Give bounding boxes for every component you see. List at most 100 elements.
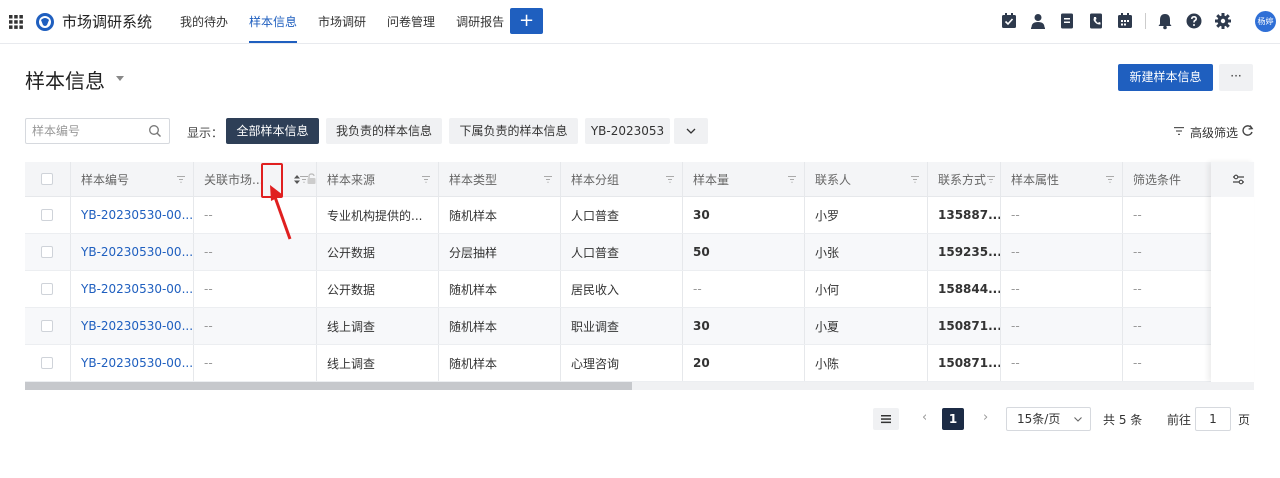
row-select-cell — [25, 308, 71, 344]
chip-all-samples[interactable]: 全部样本信息 — [226, 118, 319, 144]
header-sample-id[interactable]: 样本编号 — [71, 162, 194, 196]
advanced-filter-link[interactable]: 高级筛选 — [1190, 124, 1238, 141]
header-filter-condition[interactable]: 筛选条件 — [1123, 162, 1213, 196]
sample-attribute-cell: -- — [1001, 234, 1123, 270]
table-row[interactable]: YB-20230530-00... -- 公开数据 分层抽样 人口普查 50 小… — [25, 234, 1254, 271]
contact-cell: 小陈 — [805, 345, 928, 381]
pagination-list-button[interactable] — [873, 408, 899, 430]
goto-page-input[interactable] — [1195, 407, 1231, 431]
chip-saved-filter[interactable]: YB-2023053 — [585, 118, 670, 144]
contact-cell: 小何 — [805, 271, 928, 307]
column-filter-icon[interactable] — [666, 176, 674, 183]
nav-item-research-report[interactable]: 调研报告 — [456, 0, 504, 44]
row-checkbox[interactable] — [41, 246, 53, 258]
header-sample-size[interactable]: 样本量 — [683, 162, 805, 196]
app-logo-icon — [36, 13, 54, 31]
total-count: 共 5 条 — [1103, 413, 1143, 427]
row-checkbox[interactable] — [41, 209, 53, 221]
column-filter-icon[interactable] — [788, 176, 796, 183]
sample-size-cell: 30 — [683, 197, 805, 233]
row-checkbox[interactable] — [41, 283, 53, 295]
column-filter-icon[interactable] — [177, 176, 185, 183]
contact-cell: 小罗 — [805, 197, 928, 233]
sample-source-cell: 公开数据 — [317, 271, 439, 307]
column-filter-icon[interactable] — [911, 176, 919, 183]
column-filter-icon[interactable] — [1106, 176, 1114, 183]
calendar-icon[interactable] — [1116, 12, 1134, 30]
page-size-select[interactable]: 15条/页 — [1006, 407, 1091, 431]
help-icon[interactable] — [1185, 12, 1203, 30]
next-page-button[interactable]: › — [983, 410, 988, 425]
chevron-down-icon — [1074, 417, 1082, 422]
search-icon[interactable] — [148, 124, 162, 138]
check-square-icon[interactable] — [1000, 12, 1018, 30]
sample-group-cell: 人口普查 — [561, 234, 683, 270]
header-select-cell — [25, 162, 71, 196]
user-icon[interactable] — [1029, 12, 1047, 30]
column-filter-icon[interactable] — [544, 176, 552, 183]
nav-add-button[interactable]: + — [510, 8, 543, 34]
row-checkbox[interactable] — [41, 357, 53, 369]
refresh-icon[interactable] — [1241, 124, 1254, 137]
header-sample-type[interactable]: 样本类型 — [439, 162, 561, 196]
filter-lines-icon — [1174, 127, 1184, 135]
sample-table: 样本编号 关联市场... 样本来源 样本类型 样本分组 样本量 联系人 联系方式… — [25, 162, 1254, 390]
chip-my-samples[interactable]: 我负责的样本信息 — [326, 118, 442, 144]
chip-dropdown-button[interactable] — [674, 118, 708, 144]
phone-book-icon[interactable] — [1087, 12, 1105, 30]
header-sample-attribute[interactable]: 样本属性 — [1001, 162, 1123, 196]
table-row[interactable]: YB-20230530-00... -- 公开数据 随机样本 居民收入 -- 小… — [25, 271, 1254, 308]
sample-id-link[interactable]: YB-20230530-00... — [71, 271, 194, 307]
annotation-arrow-icon — [270, 185, 292, 240]
contact-info-cell: 150871... — [928, 308, 1001, 344]
table-row[interactable]: YB-20230530-00... -- 线上调查 随机样本 职业调查 30 小… — [25, 308, 1254, 345]
app-title: 市场调研系统 — [62, 13, 153, 31]
nav-item-sample-info[interactable]: 样本信息 — [249, 0, 298, 44]
column-filter-icon[interactable] — [422, 176, 430, 183]
page-number-current[interactable]: 1 — [942, 408, 964, 430]
new-sample-button[interactable]: 新建样本信息 — [1118, 64, 1213, 91]
nav-item-market-research[interactable]: 市场调研 — [318, 0, 366, 44]
column-filter-icon[interactable] — [987, 176, 995, 183]
scrollbar-thumb[interactable] — [25, 382, 632, 390]
sample-group-cell: 人口普查 — [561, 197, 683, 233]
horizontal-scrollbar[interactable] — [25, 382, 1254, 390]
column-settings-icon[interactable] — [1232, 173, 1245, 186]
row-checkbox[interactable] — [41, 320, 53, 332]
contact-info-cell: 159235... — [928, 234, 1001, 270]
lock-icon[interactable] — [307, 173, 316, 184]
row-select-cell — [25, 197, 71, 233]
toolbar-icons — [1000, 12, 1243, 30]
user-avatar[interactable]: 杨婷 — [1255, 11, 1276, 32]
header-sample-source[interactable]: 样本来源 — [317, 162, 439, 196]
nav-item-todo[interactable]: 我的待办 — [180, 0, 228, 44]
app-grid-icon[interactable] — [8, 14, 24, 30]
chip-subordinate-samples[interactable]: 下属负责的样本信息 — [449, 118, 578, 144]
select-all-checkbox[interactable] — [41, 173, 53, 185]
previous-page-button[interactable]: ‹ — [922, 410, 927, 425]
chevron-down-icon — [686, 128, 696, 134]
document-icon[interactable] — [1058, 12, 1076, 30]
header-contact[interactable]: 联系人 — [805, 162, 928, 196]
more-button[interactable]: ··· — [1219, 64, 1253, 91]
header-sample-group[interactable]: 样本分组 — [561, 162, 683, 196]
table-row[interactable]: YB-20230530-00... -- 线上调查 随机样本 心理咨询 20 小… — [25, 345, 1254, 382]
sample-attribute-cell: -- — [1001, 271, 1123, 307]
nav-item-questionnaire[interactable]: 问卷管理 — [387, 0, 435, 44]
related-market-cell: -- — [194, 345, 317, 381]
filter-condition-cell: -- — [1133, 319, 1142, 333]
sample-id-link[interactable]: YB-20230530-00... — [71, 308, 194, 344]
sample-id-link[interactable]: YB-20230530-00... — [71, 345, 194, 381]
search-input[interactable] — [26, 119, 141, 143]
sample-id-link[interactable]: YB-20230530-00... — [71, 197, 194, 233]
gear-icon[interactable] — [1214, 12, 1232, 30]
sample-id-link[interactable]: YB-20230530-00... — [71, 234, 194, 270]
bell-icon[interactable] — [1156, 12, 1174, 30]
sample-source-cell: 公开数据 — [317, 234, 439, 270]
caret-down-icon[interactable] — [116, 76, 124, 82]
column-filter-icon[interactable] — [300, 176, 308, 183]
related-market-cell: -- — [194, 234, 317, 270]
table-row[interactable]: YB-20230530-00... -- 专业机构提供的... 随机样本 人口普… — [25, 197, 1254, 234]
sample-group-cell: 心理咨询 — [561, 345, 683, 381]
sample-group-cell: 职业调查 — [561, 308, 683, 344]
